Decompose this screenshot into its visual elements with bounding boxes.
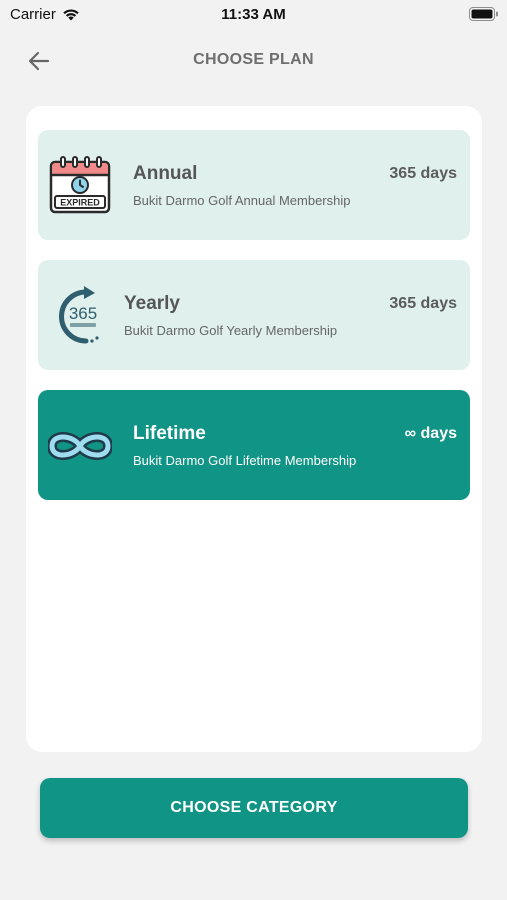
page-title: CHOOSE PLAN [193,51,314,68]
choose-category-button[interactable]: CHOOSE CATEGORY [40,778,468,838]
plan-duration: 365 days [389,165,457,182]
battery-icon [469,7,498,21]
plan-description: Bukit Darmo Golf Annual Membership [133,193,351,208]
plan-card-lifetime[interactable]: Lifetime Bukit Darmo Golf Lifetime Membe… [38,390,470,500]
status-bar: Carrier 11:33 AM [0,0,507,30]
plan-description: Bukit Darmo Golf Lifetime Membership [133,453,357,468]
plan-name: Lifetime [133,423,206,444]
status-time: 11:33 AM [221,6,286,23]
expired-icon-text: EXPIRED [60,198,100,208]
plan-name: Yearly [124,293,180,314]
365-icon-text: 365 [69,304,97,323]
plan-list-card: EXPIRED Annual Bukit Darmo Golf Annual M… [26,106,482,752]
plan-description: Bukit Darmo Golf Yearly Membership [124,323,338,338]
365-days-icon: 365 [59,286,99,344]
plan-card-yearly[interactable]: 365 Yearly Bukit Darmo Golf Yearly Membe… [38,260,470,370]
plan-name: Annual [133,163,198,184]
plan-duration: ∞ days [404,425,457,442]
plan-card-annual[interactable]: EXPIRED Annual Bukit Darmo Golf Annual M… [38,130,470,240]
infinity-icon [48,432,112,460]
plan-duration: 365 days [389,295,457,312]
header: CHOOSE PLAN [0,40,507,80]
expired-calendar-icon: EXPIRED [49,156,111,214]
